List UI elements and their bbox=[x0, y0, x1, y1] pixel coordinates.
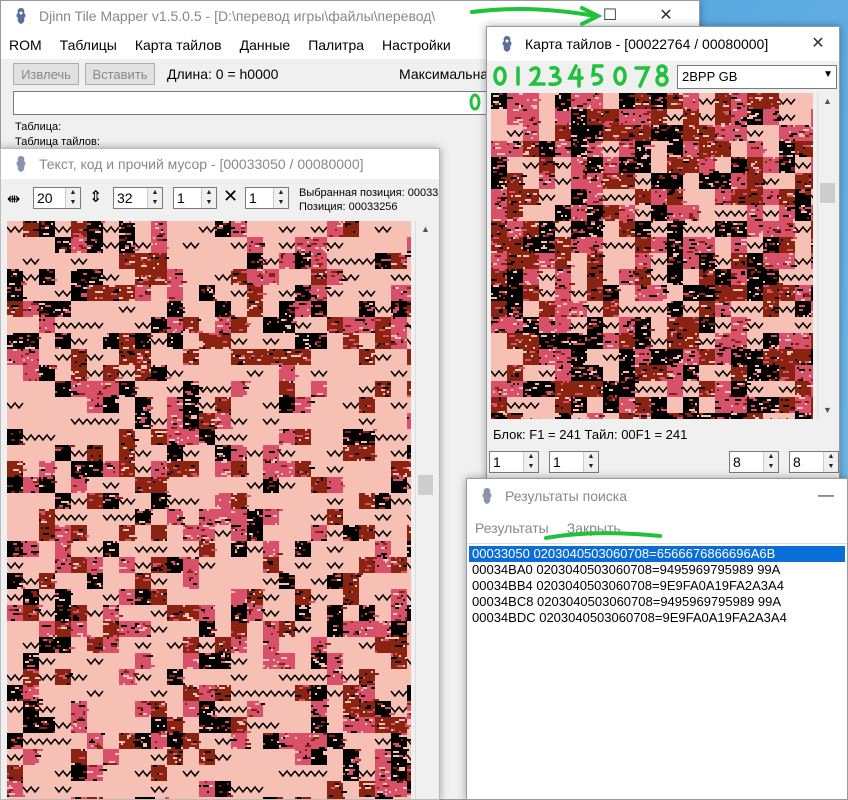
stepper-3[interactable]: 1 ▲ ▼ bbox=[173, 187, 217, 209]
stepper-arrows-icon[interactable]: ▲ ▼ bbox=[201, 188, 216, 208]
stepper-4[interactable]: 1 ▲ ▼ bbox=[245, 187, 289, 209]
result-item[interactable]: 00034BDC 0203040503060708=9E9FA0A19FA2A3… bbox=[469, 610, 845, 626]
result-item[interactable]: 00034BB4 0203040503060708=9E9FA0A19FA2A3… bbox=[469, 578, 845, 594]
menu-results[interactable]: Результаты bbox=[475, 520, 549, 536]
tilemap-stepper-3[interactable]: 8 ▲ ▼ bbox=[729, 451, 779, 473]
width-arrows-icon: ⇼ bbox=[7, 191, 21, 208]
menu-palette[interactable]: Палитра bbox=[308, 37, 364, 53]
text-vertical-scrollbar[interactable]: ▲ bbox=[415, 221, 435, 799]
tilemap-stepper-1[interactable]: 1 ▲ ▼ bbox=[489, 451, 539, 473]
menu-data[interactable]: Данные bbox=[240, 37, 291, 53]
width-stepper[interactable]: 20 ▲ ▼ bbox=[33, 187, 81, 209]
djinn-app-icon bbox=[16, 8, 26, 24]
djinn-app-icon bbox=[482, 488, 492, 504]
stepper-arrows-icon[interactable]: ▲ ▼ bbox=[583, 452, 598, 472]
scroll-up-icon[interactable]: ▲ bbox=[416, 221, 435, 238]
stepper-arrows-icon[interactable]: ▲ ▼ bbox=[823, 452, 838, 472]
search-menubar: Результаты Закрыть bbox=[467, 513, 847, 543]
tilemap-tile-view[interactable] bbox=[491, 93, 813, 419]
chevron-down-icon[interactable]: ▼ bbox=[823, 69, 833, 80]
selected-position-label: Выбранная позиция: 000332B3 bbox=[299, 187, 439, 199]
text-window-title: Текст, код и прочий мусор - [00033050 / … bbox=[39, 156, 364, 172]
main-window-title: Djinn Tile Mapper v1.5.0.5 - [D:\перевод… bbox=[39, 8, 436, 24]
height-arrows-icon: ⇕ bbox=[89, 189, 103, 206]
search-minimize-button[interactable]: — bbox=[803, 479, 847, 513]
scroll-up-icon[interactable]: ▲ bbox=[818, 93, 837, 110]
max-label: Максимальна bbox=[399, 66, 489, 82]
menu-settings[interactable]: Настройки bbox=[382, 37, 451, 53]
block-tile-status: Блок: F1 = 241 Тайл: 00F1 = 241 bbox=[493, 427, 688, 442]
result-item[interactable]: 00034BC8 0203040503060708=9495969795989 … bbox=[469, 594, 845, 610]
tilemap-window: Карта тайлов - [00022764 / 00080000] ✕ 2… bbox=[486, 26, 840, 480]
djinn-app-icon bbox=[16, 156, 26, 172]
tilemap-vertical-scrollbar[interactable]: ▲ ▼ bbox=[817, 93, 837, 419]
menu-tables[interactable]: Таблицы bbox=[60, 37, 117, 53]
menu-tilemap[interactable]: Карта тайлов bbox=[135, 37, 222, 53]
hex-input-field[interactable] bbox=[13, 91, 489, 115]
multiply-icon: ✕ bbox=[223, 186, 239, 206]
results-list[interactable]: 00033050 0203040503060708=6566676866696A… bbox=[467, 543, 847, 799]
mode-select[interactable]: 2BPP GB ▼ bbox=[677, 65, 837, 89]
tilemap-window-title: Карта тайлов - [00022764 / 00080000] bbox=[525, 36, 769, 52]
length-label: Длина: 0 = h0000 bbox=[167, 66, 279, 82]
extract-button[interactable]: Извлечь bbox=[13, 63, 79, 85]
search-window-title: Результаты поиска bbox=[505, 488, 628, 504]
scroll-thumb[interactable] bbox=[820, 183, 835, 203]
search-titlebar[interactable]: Результаты поиска — bbox=[467, 479, 847, 513]
djinn-app-icon bbox=[502, 36, 512, 52]
height-stepper[interactable]: 32 ▲ ▼ bbox=[113, 187, 163, 209]
text-titlebar[interactable]: Текст, код и прочий мусор - [00033050 / … bbox=[1, 149, 439, 179]
text-tile-view[interactable] bbox=[7, 221, 411, 799]
stepper-arrows-icon[interactable]: ▲ ▼ bbox=[65, 188, 80, 208]
menu-close[interactable]: Закрыть bbox=[567, 520, 621, 536]
stepper-arrows-icon[interactable]: ▲ ▼ bbox=[273, 188, 288, 208]
tile-table-label: Таблица тайлов: bbox=[15, 136, 100, 148]
tilemap-titlebar[interactable]: Карта тайлов - [00022764 / 00080000] ✕ bbox=[487, 27, 839, 61]
result-item[interactable]: 00034BA0 0203040503060708=9495969795989 … bbox=[469, 562, 845, 578]
text-code-window: Текст, код и прочий мусор - [00033050 / … bbox=[0, 148, 440, 800]
scroll-thumb[interactable] bbox=[418, 475, 433, 495]
menu-rom[interactable]: ROM bbox=[9, 37, 42, 53]
stepper-arrows-icon[interactable]: ▲ ▼ bbox=[147, 188, 162, 208]
search-results-window: Результаты поиска — Результаты Закрыть 0… bbox=[466, 478, 848, 800]
table-label: Таблица: bbox=[15, 121, 62, 133]
insert-button[interactable]: Вставить bbox=[85, 63, 155, 85]
tilemap-stepper-2[interactable]: 1 ▲ ▼ bbox=[549, 451, 599, 473]
tilemap-stepper-4[interactable]: 8 ▲ ▼ bbox=[789, 451, 839, 473]
tilemap-close-button[interactable]: ✕ bbox=[795, 27, 839, 61]
result-item[interactable]: 00033050 0203040503060708=6566676866696A… bbox=[469, 546, 845, 562]
scroll-down-icon[interactable]: ▼ bbox=[818, 402, 837, 419]
stepper-arrows-icon[interactable]: ▲ ▼ bbox=[523, 452, 538, 472]
position-label: Позиция: 00033256 bbox=[299, 201, 398, 213]
stepper-arrows-icon[interactable]: ▲ ▼ bbox=[763, 452, 778, 472]
